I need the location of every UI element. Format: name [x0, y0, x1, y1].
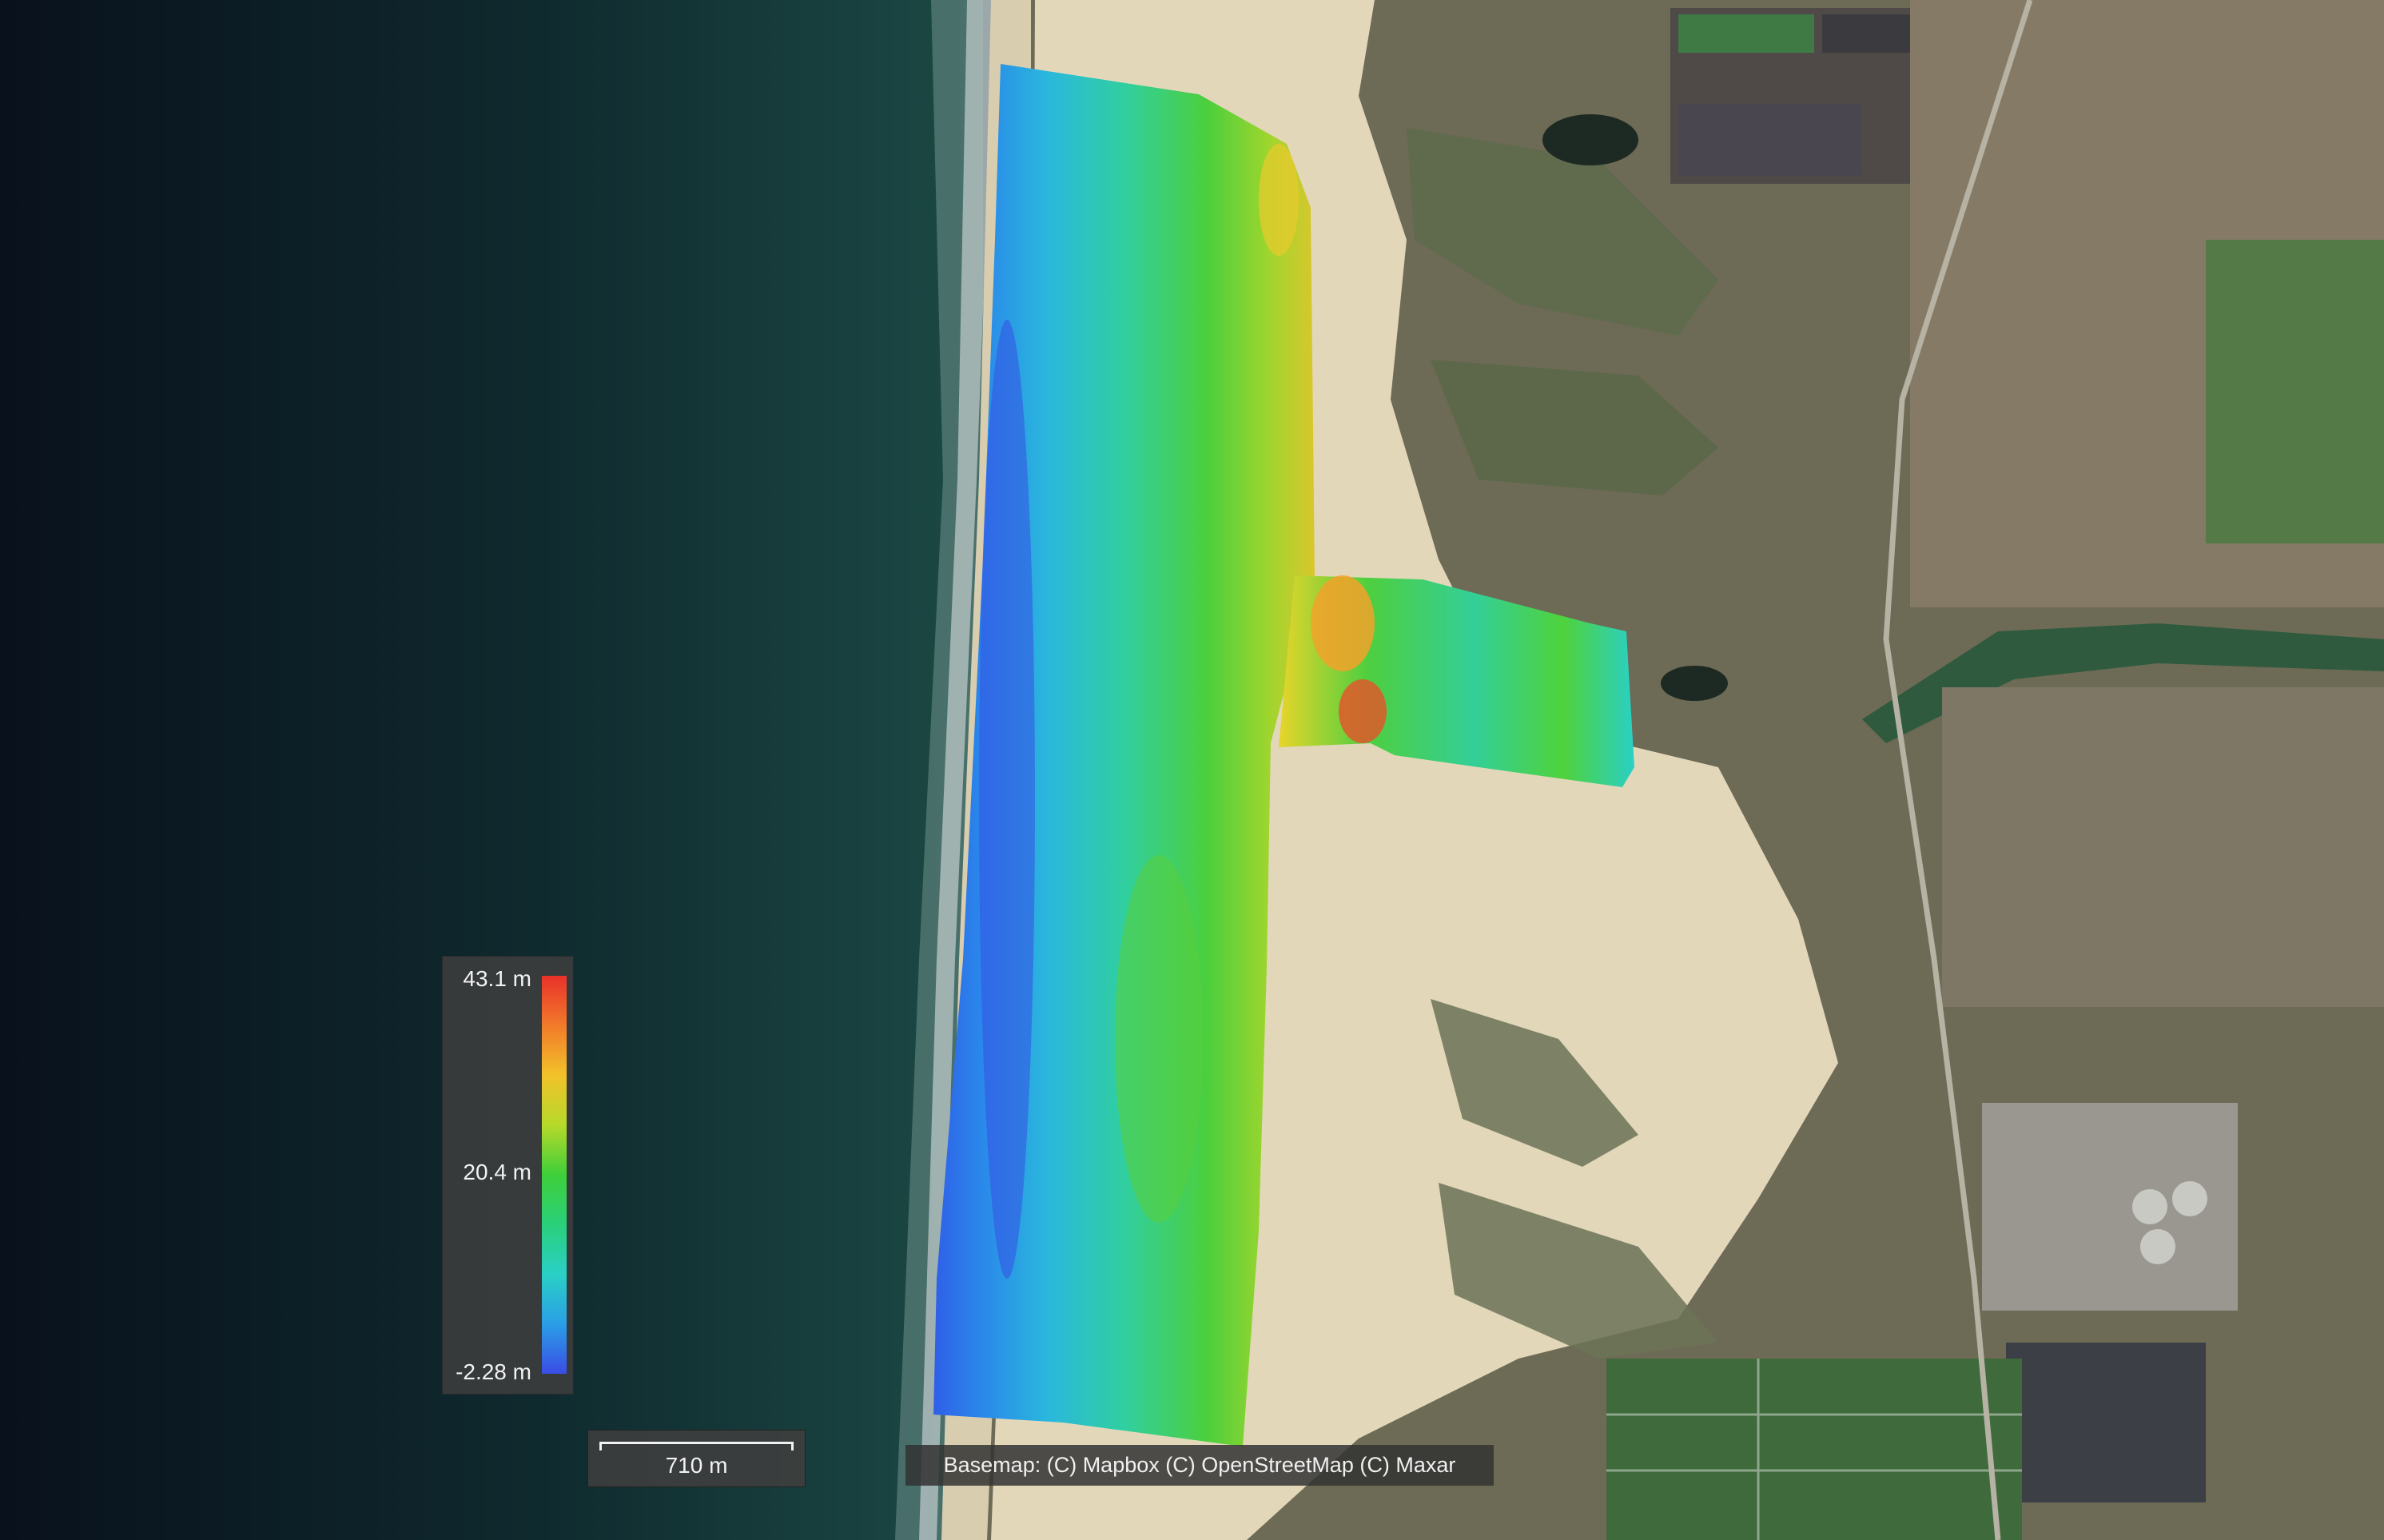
elevation-mid-band [1115, 855, 1203, 1223]
farm-fields-south [1606, 1359, 2022, 1540]
map-canvas[interactable] [0, 0, 2384, 1540]
pond [1661, 666, 1728, 701]
storage-tank [2172, 1181, 2207, 1216]
legend-color-ramp [542, 976, 567, 1374]
elevation-low-band [979, 320, 1035, 1279]
storage-tank [2140, 1229, 2175, 1264]
scale-bar-label: 710 m [665, 1453, 728, 1478]
legend-min-label: -2.28 m [456, 1359, 531, 1384]
pond [1542, 114, 1638, 165]
scale-bar: 710 m [587, 1430, 806, 1487]
town-area [1942, 687, 2384, 1007]
storage-tank [2132, 1189, 2167, 1224]
farm-field-green [1678, 14, 1814, 53]
burn-scar [2006, 1343, 2206, 1502]
scale-bar-line [599, 1442, 794, 1450]
elevation-high-spot [1311, 575, 1375, 671]
golf-course [2206, 240, 2384, 543]
legend-max-label: 43.1 m [463, 966, 531, 991]
basemap-attribution: Basemap: (C) Mapbox (C) OpenStreetMap (C… [905, 1445, 1494, 1486]
elevation-legend: 43.1 m 20.4 m -2.28 m [442, 956, 574, 1395]
elevation-high-spot [1339, 679, 1387, 743]
elevation-high-spot [1259, 144, 1299, 256]
farm-field-dark [1678, 104, 1862, 176]
legend-mid-label: 20.4 m [463, 1160, 531, 1184]
